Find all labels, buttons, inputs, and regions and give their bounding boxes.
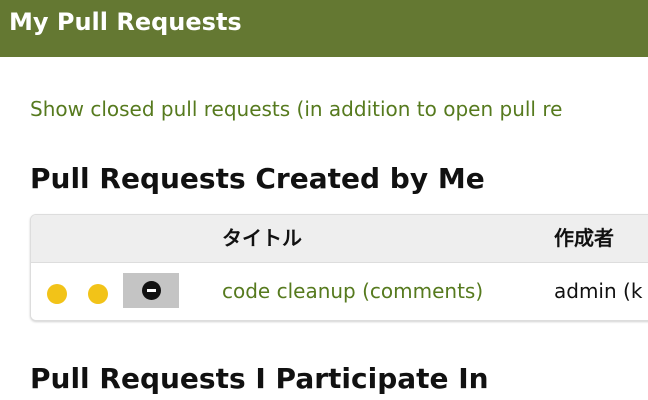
section-heading-created-by-me: Pull Requests Created by Me [30,162,485,195]
column-header-author: 作成者 [554,226,614,250]
table-row: code cleanup (comments) admin (k [31,263,648,320]
page-title: My Pull Requests [9,8,242,36]
minus-circle-icon [142,281,161,300]
page-header: My Pull Requests [0,0,648,57]
column-header-title: タイトル [222,226,302,250]
table-header-row: タイトル 作成者 [31,215,648,263]
section-heading-participate-in: Pull Requests I Participate In [30,362,489,395]
pull-requests-created-table: タイトル 作成者 code cleanup (comments) admin (… [30,214,648,321]
show-closed-pull-requests-link[interactable]: Show closed pull requests (in addition t… [30,96,562,122]
pull-request-title-link[interactable]: code cleanup (comments) [222,277,483,305]
pull-request-author: admin (k [554,279,643,303]
status-dot-yellow [88,284,108,304]
remove-pull-request-button[interactable] [123,273,179,308]
status-dot-yellow [47,284,67,304]
